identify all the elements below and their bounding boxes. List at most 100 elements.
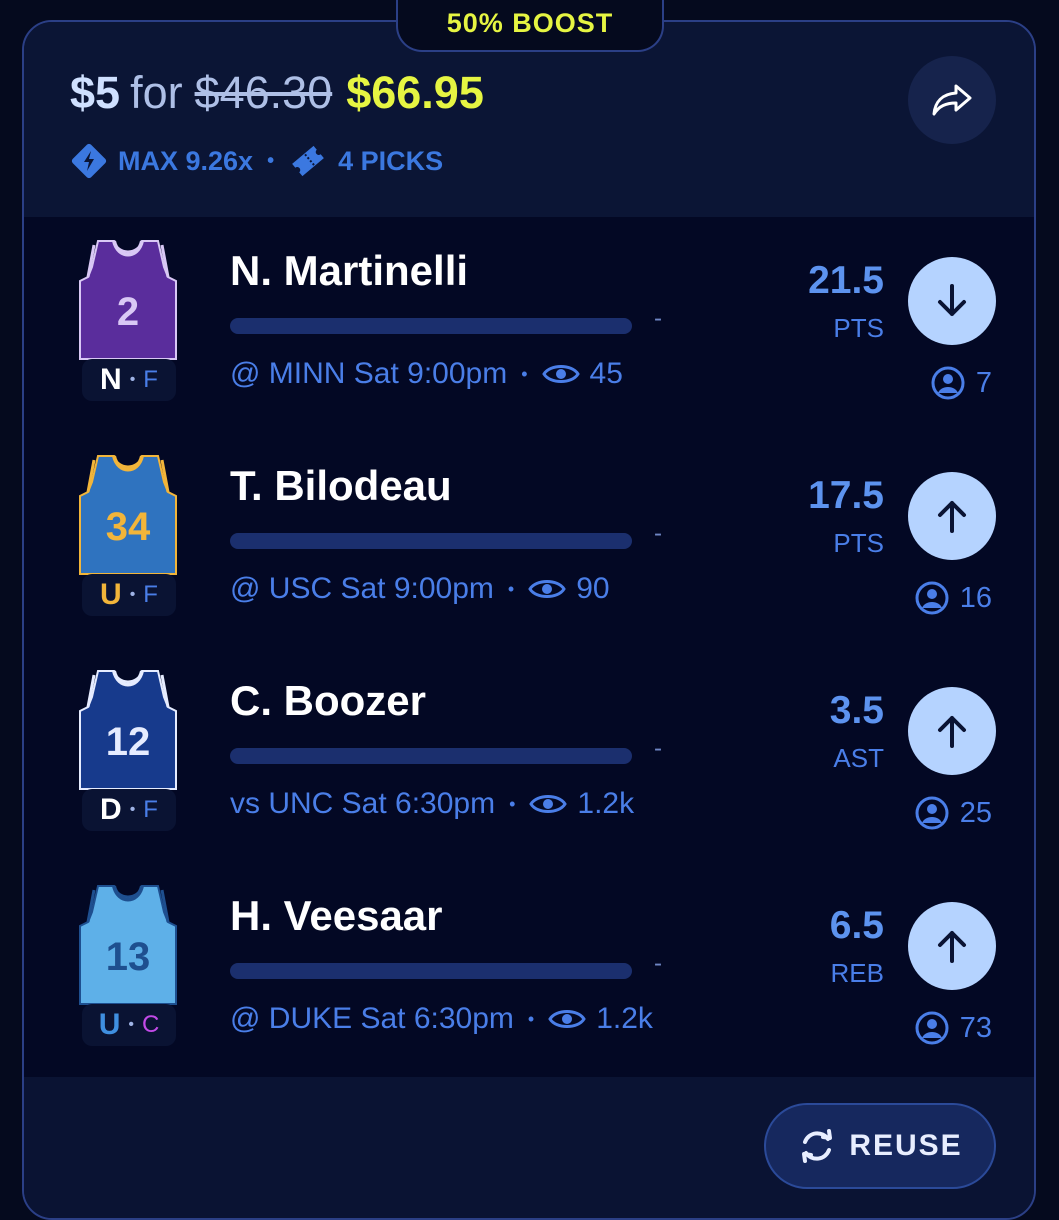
pick-direction-button[interactable]: [908, 472, 996, 560]
game-separator: •: [509, 793, 516, 814]
pick-row[interactable]: 13 U • C H. Veesaar - @ DUKE Sat 6:30pm …: [24, 862, 1034, 1077]
stake-amount: $5: [70, 67, 121, 118]
user-avatar-icon: [915, 581, 949, 615]
projection-line: 3.5: [829, 689, 884, 732]
team-separator: •: [129, 801, 136, 818]
jersey-icon: 12: [79, 670, 177, 790]
live-stat-value: -: [654, 305, 662, 332]
user-count: 25: [914, 795, 992, 831]
eye-icon: [529, 795, 568, 813]
user-count-value: 73: [959, 1011, 992, 1044]
svg-text:13: 13: [106, 935, 151, 979]
pick-row[interactable]: 34 U • F T. Bilodeau - @ USC Sat 9:00pm …: [24, 432, 1034, 647]
team-letter: U: [100, 578, 122, 611]
pick-direction-button[interactable]: [908, 687, 996, 775]
stat-progress-bar: [230, 533, 632, 549]
stat-type: AST: [833, 743, 884, 773]
meta-separator: •: [267, 149, 275, 172]
user-avatar-icon: [931, 366, 965, 400]
team-tag: D • F: [82, 789, 176, 831]
projection-line: 21.5: [808, 259, 884, 302]
pick-direction-button[interactable]: [908, 902, 996, 990]
svg-text:34: 34: [106, 505, 151, 549]
game-info: @ USC Sat 9:00pm • 90: [230, 572, 610, 606]
refresh-icon: [802, 1129, 833, 1163]
pick-row[interactable]: 12 D • F C. Boozer - vs UNC Sat 6:30pm •…: [24, 647, 1034, 862]
reuse-label: REUSE: [849, 1129, 963, 1162]
card-footer: REUSE: [24, 1077, 1034, 1218]
jersey-icon: 2: [79, 240, 177, 360]
share-arrow-icon: [932, 84, 972, 116]
lineup-meta: MAX 9.26x • 4 PICKS: [70, 142, 443, 180]
live-stat-value: -: [654, 735, 662, 762]
stat-type: PTS: [833, 528, 884, 558]
game-matchup: @ MINN Sat 9:00pm: [230, 357, 508, 390]
team-tag: U • F: [82, 574, 176, 616]
user-count: 7: [930, 365, 992, 401]
game-matchup: @ DUKE Sat 6:30pm: [230, 1002, 514, 1035]
team-tag: N • F: [82, 359, 176, 401]
pick-direction-button[interactable]: [908, 257, 996, 345]
user-count-value: 16: [959, 581, 992, 614]
eye-icon: [548, 1010, 586, 1028]
projection-line: 6.5: [829, 904, 884, 947]
boost-label: 50% BOOST: [446, 7, 614, 38]
boost-badge: 50% BOOST: [396, 0, 664, 52]
stat-progress-bar: [230, 748, 632, 764]
lineup-card: $5for$46.30 $66.95 MAX 9.26x • 4 PICKS: [22, 20, 1036, 1220]
arrow-up-icon: [938, 501, 966, 533]
team-separator: •: [129, 586, 136, 603]
reuse-button[interactable]: REUSE: [764, 1103, 996, 1189]
game-matchup: vs UNC Sat 6:30pm: [230, 787, 496, 820]
old-payout: $46.30: [194, 67, 333, 118]
for-label: for: [130, 67, 183, 118]
player-name[interactable]: N. Martinelli: [230, 247, 468, 295]
multiplier-diamond-icon: [71, 143, 107, 179]
picks-list: 2 N • F N. Martinelli - @ MINN Sat 9:00p…: [24, 217, 1034, 1077]
user-count-value: 25: [959, 796, 992, 829]
team-letter: U: [98, 1008, 121, 1041]
game-info: vs UNC Sat 6:30pm • 1.2k: [230, 787, 634, 821]
viewer-count: 45: [589, 357, 623, 390]
viewer-count: 90: [576, 572, 610, 605]
user-count: 16: [914, 580, 992, 616]
player-name[interactable]: T. Bilodeau: [230, 462, 452, 510]
team-separator: •: [128, 1016, 134, 1033]
svg-text:2: 2: [117, 290, 139, 334]
viewer-count: 1.2k: [577, 787, 635, 820]
boosted-payout: $66.95: [346, 67, 484, 118]
ticket-icon: [292, 145, 324, 177]
arrow-up-icon: [938, 716, 966, 748]
player-position: F: [143, 366, 158, 393]
game-matchup: @ USC Sat 9:00pm: [230, 572, 494, 605]
payout-line: $5 for $46.30 $66.95: [70, 68, 484, 118]
max-multiplier: MAX 9.26x: [118, 145, 254, 176]
player-name[interactable]: H. Veesaar: [230, 892, 443, 940]
projection-line: 17.5: [808, 474, 884, 517]
game-separator: •: [507, 578, 515, 599]
team-letter: D: [100, 793, 122, 826]
stat-type: REB: [830, 958, 884, 988]
user-count: 73: [914, 1010, 992, 1046]
svg-text:12: 12: [106, 720, 151, 764]
jersey-icon: 34: [79, 455, 177, 575]
player-position: F: [143, 581, 158, 608]
game-info: @ MINN Sat 9:00pm • 45: [230, 357, 623, 391]
user-count-value: 7: [975, 366, 992, 399]
game-separator: •: [521, 363, 528, 384]
player-position: C: [141, 1011, 160, 1038]
user-avatar-icon: [915, 1011, 949, 1045]
live-stat-value: -: [654, 520, 662, 547]
stat-progress-bar: [230, 963, 632, 979]
arrow-down-icon: [938, 284, 966, 316]
pick-row[interactable]: 2 N • F N. Martinelli - @ MINN Sat 9:00p…: [24, 217, 1034, 432]
arrow-up-icon: [938, 931, 966, 963]
share-button[interactable]: [908, 56, 996, 144]
picks-count: 4 PICKS: [338, 145, 444, 176]
team-separator: •: [129, 371, 136, 388]
team-letter: N: [100, 363, 122, 396]
player-name[interactable]: C. Boozer: [230, 677, 426, 725]
eye-icon: [541, 365, 580, 383]
jersey-icon: 13: [79, 885, 177, 1005]
stat-type: PTS: [833, 313, 884, 343]
